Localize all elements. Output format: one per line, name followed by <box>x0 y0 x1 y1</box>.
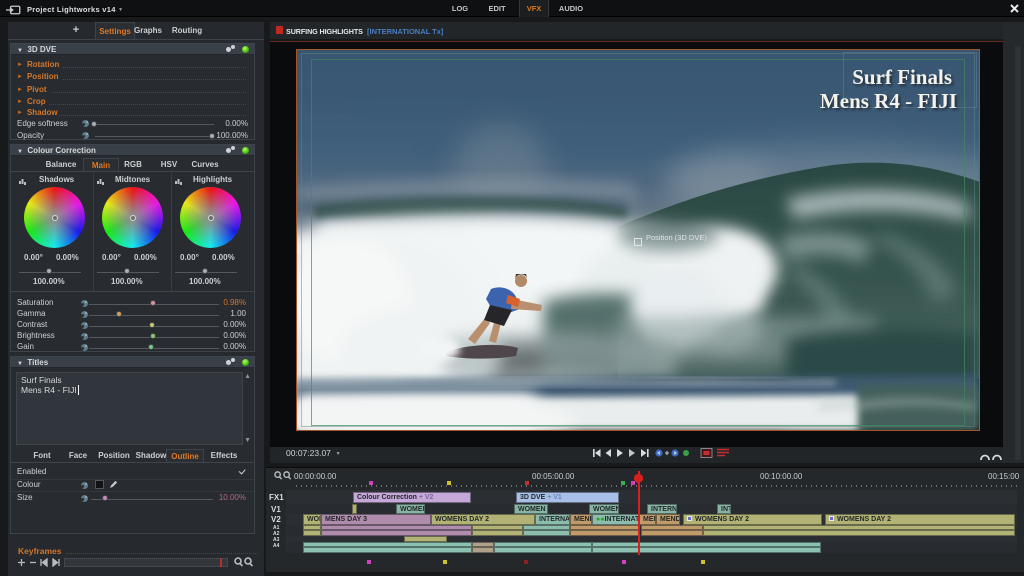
svg-text:Surf Finals: Surf Finals <box>852 65 952 89</box>
svg-text:Position (3D DVE): Position (3D DVE) <box>646 233 707 242</box>
svg-text:Mens R4 - FIJI: Mens R4 - FIJI <box>820 89 957 113</box>
